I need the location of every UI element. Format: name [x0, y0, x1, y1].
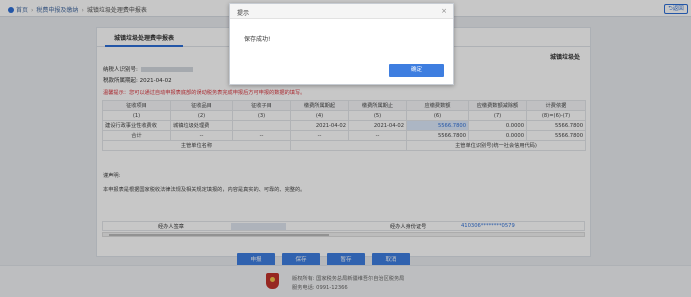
dialog-message: 保存成功! — [244, 36, 271, 43]
alert-dialog: 提示 × 保存成功! 确定 — [229, 3, 454, 85]
dialog-header: 提示 × — [230, 4, 453, 19]
confirm-button[interactable]: 确定 — [389, 64, 444, 77]
close-icon[interactable]: × — [441, 7, 447, 15]
dialog-title: 提示 — [237, 10, 250, 17]
